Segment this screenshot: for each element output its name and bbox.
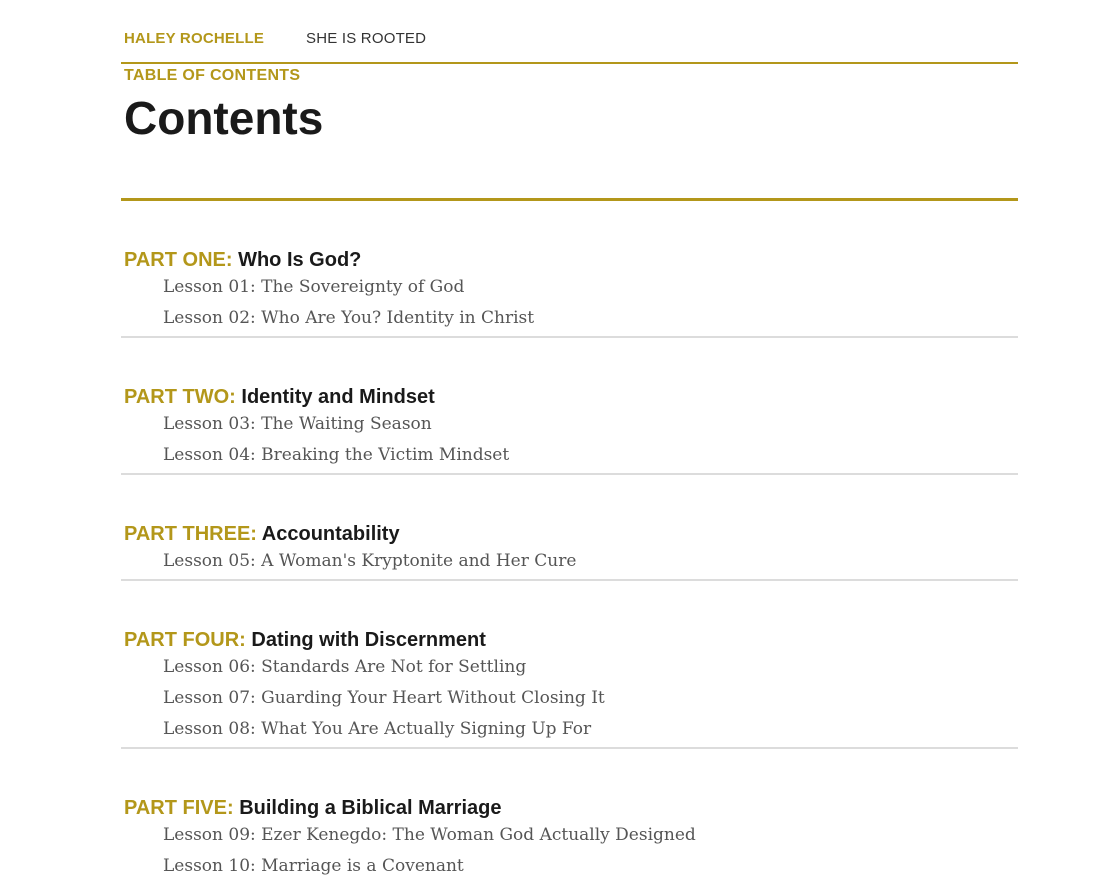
part-heading: PART FOUR: Dating with Discernment [124, 628, 1018, 652]
part-label: PART FIVE: [124, 797, 234, 819]
lesson-item[interactable]: Lesson 10: Marriage is a Covenant [163, 851, 1018, 882]
part-heading: PART THREE: Accountability [124, 522, 1018, 546]
part-divider [121, 336, 1018, 338]
part-section: PART ONE: Who Is God? Lesson 01: The Sov… [121, 248, 1018, 338]
nav-brand-link[interactable]: HALEY ROCHELLE [124, 30, 264, 47]
lesson-item[interactable]: Lesson 04: Breaking the Victim Mindset [163, 440, 1018, 471]
lesson-list: Lesson 03: The Waiting Season Lesson 04:… [121, 409, 1018, 471]
part-section: PART FIVE: Building a Biblical Marriage … [121, 796, 1018, 882]
part-name: Identity and Mindset [241, 386, 435, 408]
part-label: PART TWO: [124, 386, 236, 408]
part-heading: PART TWO: Identity and Mindset [124, 385, 1018, 409]
part-name: Building a Biblical Marriage [239, 797, 502, 819]
lesson-item[interactable]: Lesson 01: The Sovereignty of God [163, 272, 1018, 303]
lesson-item[interactable]: Lesson 09: Ezer Kenegdo: The Woman God A… [163, 820, 1018, 851]
lesson-item[interactable]: Lesson 05: A Woman's Kryptonite and Her … [163, 546, 1018, 577]
page: HALEY ROCHELLE SHE IS ROOTED TABLE OF CO… [0, 0, 1114, 885]
page-title: Contents [124, 92, 324, 144]
part-label: PART FOUR: [124, 629, 246, 651]
nav-link-she-is-rooted[interactable]: SHE IS ROOTED [306, 30, 426, 47]
lesson-list: Lesson 06: Standards Are Not for Settlin… [121, 652, 1018, 745]
part-label: PART ONE: [124, 249, 233, 271]
header-divider [121, 62, 1018, 64]
part-section: PART FOUR: Dating with Discernment Lesso… [121, 628, 1018, 749]
part-divider [121, 473, 1018, 475]
title-divider [121, 198, 1018, 201]
part-divider [121, 747, 1018, 749]
top-nav: HALEY ROCHELLE SHE IS ROOTED [124, 30, 426, 47]
part-name: Dating with Discernment [251, 629, 486, 651]
part-section: PART THREE: Accountability Lesson 05: A … [121, 522, 1018, 581]
lesson-list: Lesson 01: The Sovereignty of God Lesson… [121, 272, 1018, 334]
lesson-item[interactable]: Lesson 08: What You Are Actually Signing… [163, 714, 1018, 745]
part-label: PART THREE: [124, 523, 257, 545]
lesson-item[interactable]: Lesson 03: The Waiting Season [163, 409, 1018, 440]
section-eyebrow: TABLE OF CONTENTS [124, 67, 301, 84]
part-section: PART TWO: Identity and Mindset Lesson 03… [121, 385, 1018, 475]
lesson-item[interactable]: Lesson 07: Guarding Your Heart Without C… [163, 683, 1018, 714]
part-heading: PART ONE: Who Is God? [124, 248, 1018, 272]
part-divider [121, 579, 1018, 581]
part-name: Accountability [261, 523, 400, 545]
lesson-list: Lesson 05: A Woman's Kryptonite and Her … [121, 546, 1018, 577]
lesson-item[interactable]: Lesson 06: Standards Are Not for Settlin… [163, 652, 1018, 683]
part-heading: PART FIVE: Building a Biblical Marriage [124, 796, 1018, 820]
lesson-item[interactable]: Lesson 02: Who Are You? Identity in Chri… [163, 303, 1018, 334]
part-name: Who Is God? [238, 249, 362, 271]
lesson-list: Lesson 09: Ezer Kenegdo: The Woman God A… [121, 820, 1018, 882]
